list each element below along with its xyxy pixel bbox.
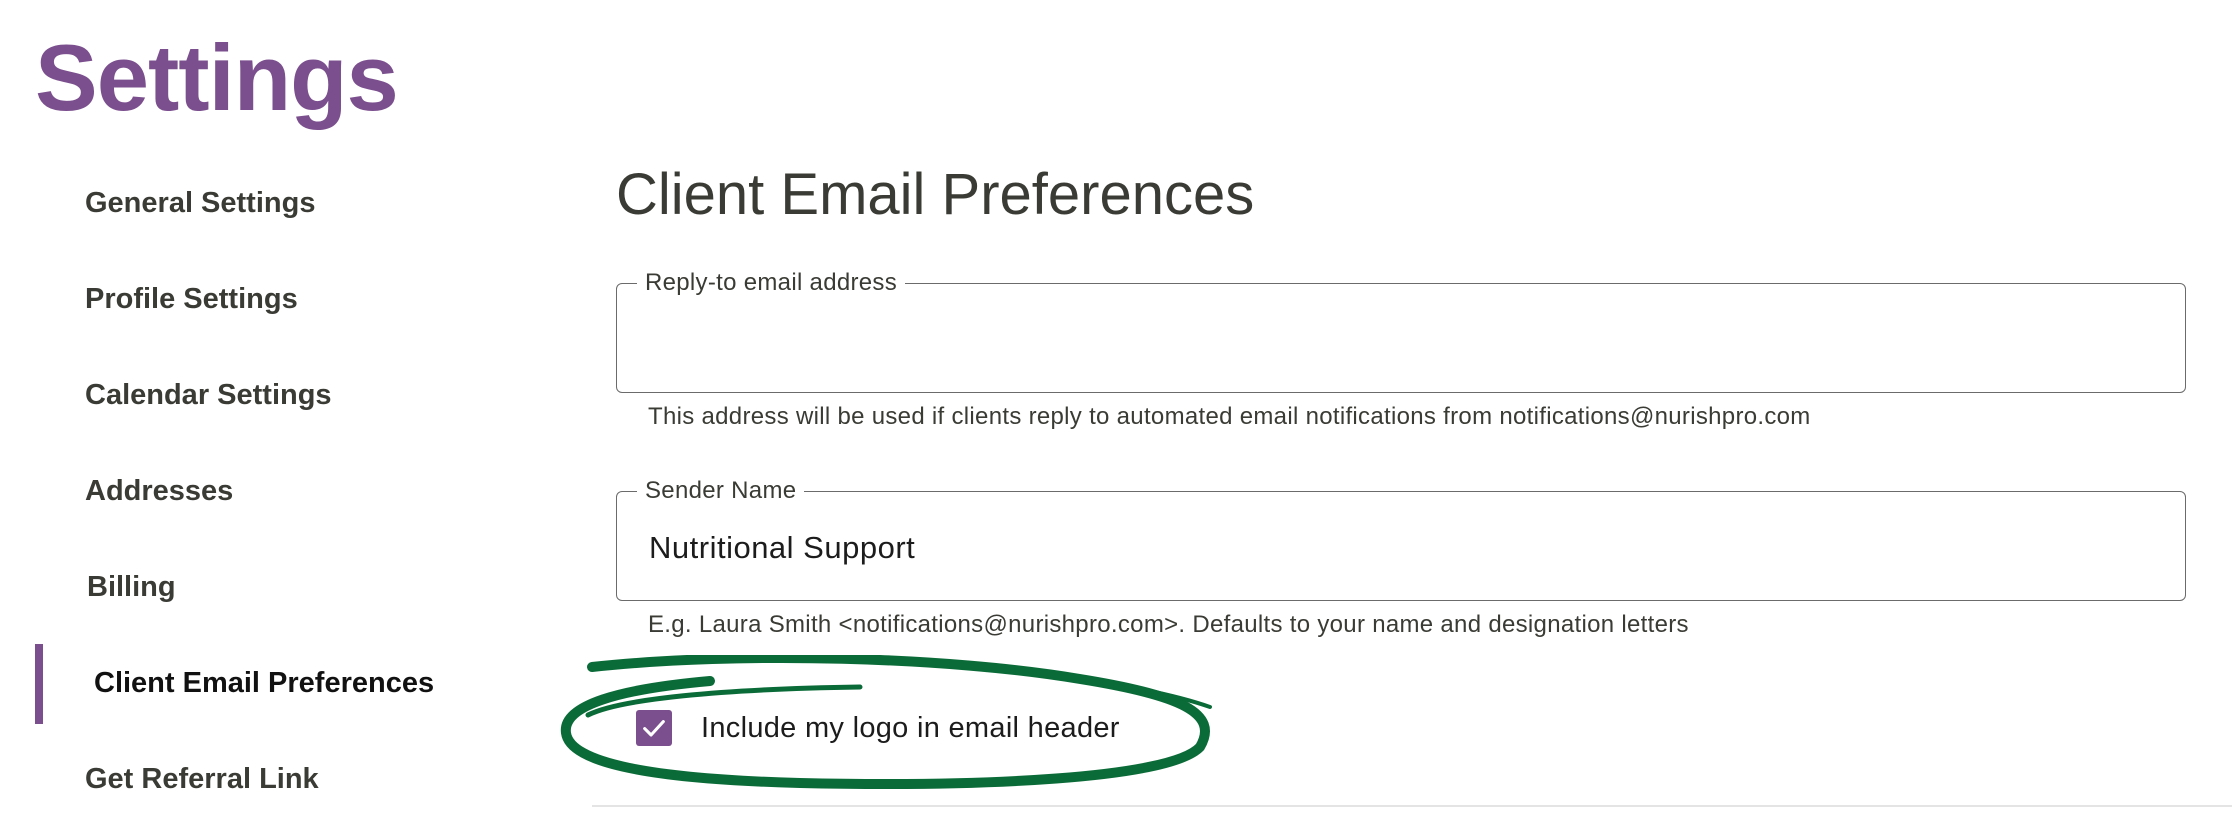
- sidebar-item-addresses[interactable]: Addresses: [35, 443, 555, 539]
- reply-to-email-input[interactable]: [647, 314, 2151, 366]
- settings-sidebar: General Settings Profile Settings Calend…: [35, 155, 555, 827]
- sidebar-item-label: Calendar Settings: [85, 378, 332, 411]
- sender-name-field: Sender Name: [616, 477, 2186, 601]
- sidebar-item-profile-settings[interactable]: Profile Settings: [35, 251, 555, 347]
- settings-page: Settings General Settings Profile Settin…: [0, 0, 2232, 833]
- reply-to-email-helper: This address will be used if clients rep…: [648, 403, 1811, 430]
- sender-name-helper: E.g. Laura Smith <notifications@nurishpr…: [648, 611, 1689, 638]
- page-title: Settings: [35, 25, 399, 130]
- sidebar-item-get-referral-link[interactable]: Get Referral Link: [35, 731, 555, 827]
- sidebar-item-label: Addresses: [85, 474, 234, 507]
- section-divider: [592, 805, 2232, 807]
- sender-name-label: Sender Name: [637, 477, 805, 505]
- sidebar-item-label: Client Email Preferences: [94, 666, 435, 699]
- sidebar-item-label: Billing: [87, 570, 176, 603]
- email-preferences-panel: Client Email Preferences Reply-to email …: [616, 150, 2191, 746]
- include-logo-checkbox[interactable]: [636, 710, 672, 746]
- sidebar-item-calendar-settings[interactable]: Calendar Settings: [35, 347, 555, 443]
- sidebar-item-billing[interactable]: Billing: [35, 539, 555, 635]
- sidebar-item-general-settings[interactable]: General Settings: [35, 155, 555, 251]
- sidebar-item-label: General Settings: [85, 186, 316, 219]
- include-logo-label: Include my logo in email header: [701, 711, 1120, 744]
- sidebar-item-label: Get Referral Link: [85, 762, 319, 795]
- sender-name-input[interactable]: [647, 522, 2151, 574]
- sidebar-item-client-email-preferences[interactable]: Client Email Preferences: [35, 635, 555, 731]
- reply-to-email-field: Reply-to email address: [616, 269, 2186, 393]
- check-icon: [643, 720, 665, 737]
- section-title: Client Email Preferences: [616, 162, 1255, 227]
- include-logo-option[interactable]: Include my logo in email header: [636, 710, 1120, 746]
- reply-to-email-label: Reply-to email address: [637, 269, 906, 297]
- sidebar-item-label: Profile Settings: [85, 282, 298, 315]
